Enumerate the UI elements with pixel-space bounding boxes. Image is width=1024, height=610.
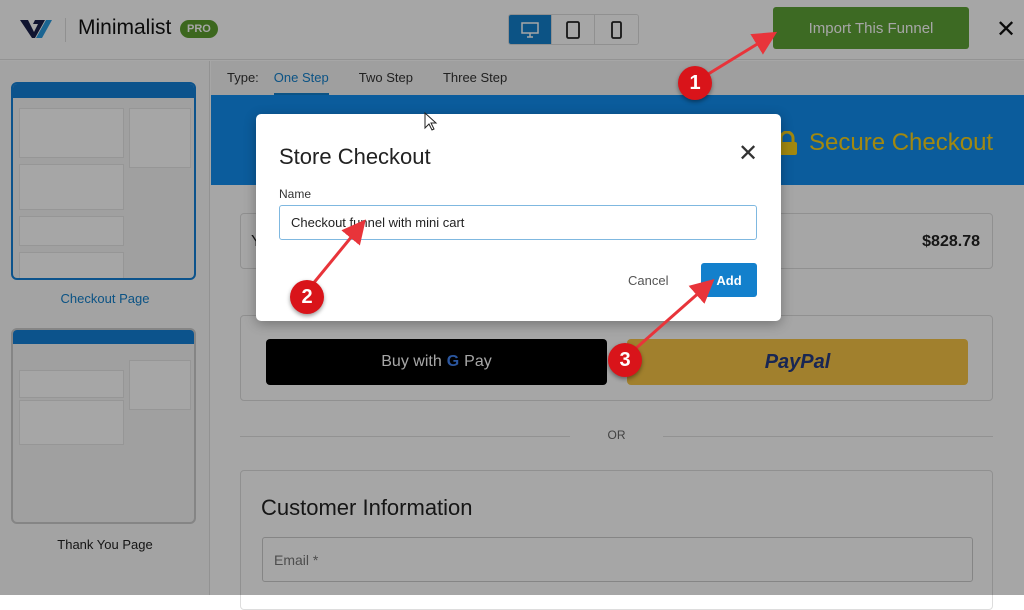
arrow-1 [704, 31, 778, 78]
arrow-3 [633, 279, 715, 352]
annotation-badge: 1 [678, 66, 712, 100]
cursor-icon [424, 111, 438, 131]
arrow-2 [310, 219, 366, 286]
annotation-arrows [310, 31, 778, 352]
annotation-badge: 3 [608, 343, 642, 377]
annotation-badge: 2 [290, 280, 324, 314]
